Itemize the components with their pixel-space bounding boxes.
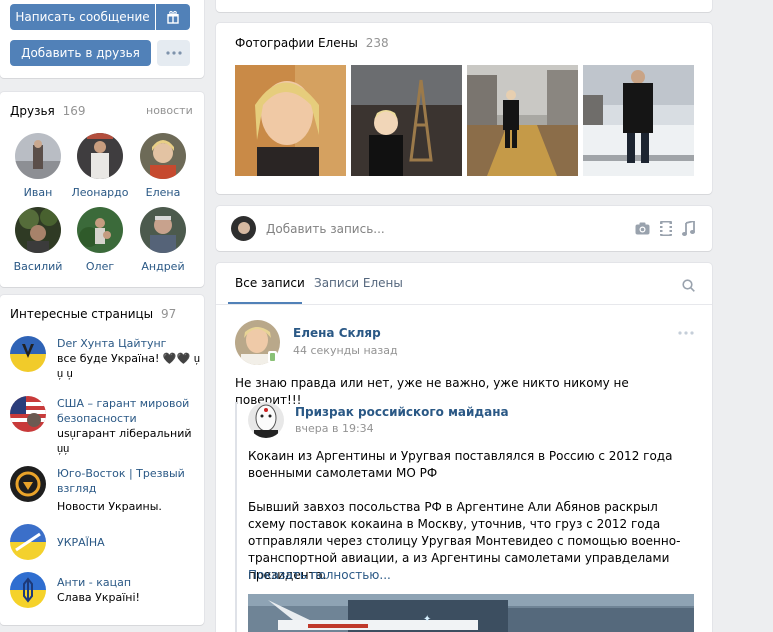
friend-name: Елена: [145, 186, 181, 199]
interesting-pages-count: 97: [160, 307, 177, 321]
svg-text:✦: ✦: [423, 614, 431, 625]
friends-news-link[interactable]: новости: [146, 104, 193, 117]
tabs-divider: [216, 304, 712, 305]
tab-owner-posts[interactable]: Записи Елены: [314, 276, 403, 290]
repost-paragraph-1: Кокаин из Аргентины и Уругвая поставлялс…: [248, 449, 673, 480]
photos-header[interactable]: Фотографии Елены 238: [235, 36, 389, 50]
composer-avatar: [231, 216, 256, 241]
repost-author-name[interactable]: Призрак российского майдана: [295, 405, 509, 419]
interesting-page-item[interactable]: УКРАЇНА: [10, 524, 200, 564]
camera-icon[interactable]: [635, 222, 650, 235]
friends-count: 169: [62, 104, 86, 118]
repost-author-avatar[interactable]: [248, 402, 284, 438]
page-name: Анти - кацап: [57, 576, 132, 589]
repost-left-border: [235, 402, 237, 632]
repost-timestamp[interactable]: вчера в 19:34: [295, 422, 374, 435]
friend-avatar: [15, 207, 61, 253]
page-name: УКРАЇНА: [57, 536, 105, 549]
composer-input[interactable]: Добавить запись...: [266, 222, 385, 236]
friend-item[interactable]: Василий: [8, 207, 68, 273]
tab-all-posts[interactable]: Все записи: [235, 276, 305, 290]
photos-title: Фотографии Елены: [235, 36, 358, 50]
photo-thumbnail[interactable]: [583, 65, 694, 176]
friends-header[interactable]: Друзья 169: [10, 104, 86, 118]
show-more-link[interactable]: Показать полностью...: [248, 568, 391, 582]
page-name: Юго-Восток | Трезвый взгляд: [57, 467, 185, 495]
post-timestamp[interactable]: 44 секунды назад: [293, 344, 398, 357]
page-description: Новости Украины.: [57, 500, 162, 513]
page-description: все буде Україна! 🖤🖤 u᷊ u᷊ u᷊: [57, 352, 200, 380]
friend-item[interactable]: Леонардо: [70, 133, 130, 199]
interesting-page-item[interactable]: Der Хунта Цайтунг все буде Україна! 🖤🖤 u…: [10, 336, 200, 386]
friend-name: Василий: [13, 260, 63, 273]
video-icon[interactable]: [660, 221, 672, 236]
friend-item[interactable]: Андрей: [133, 207, 193, 273]
friend-item[interactable]: Иван: [8, 133, 68, 199]
top-card: [216, 0, 712, 12]
repost-image[interactable]: ✦: [248, 594, 694, 632]
friend-item[interactable]: Елена: [133, 133, 193, 199]
gift-button[interactable]: [156, 4, 190, 30]
friend-avatar: [77, 207, 123, 253]
search-icon[interactable]: [682, 279, 695, 292]
friend-name: Олег: [85, 260, 115, 273]
friend-name: Андрей: [141, 260, 185, 273]
music-icon[interactable]: [682, 221, 695, 236]
page-description: usu᷊гарант ліберальний u᷊u᷊: [57, 427, 192, 455]
friend-avatar: [15, 133, 61, 179]
page-avatar: [10, 336, 46, 372]
photo-thumbnail[interactable]: [467, 65, 578, 176]
interesting-pages-header[interactable]: Интересные страницы 97: [10, 307, 176, 321]
interesting-page-item[interactable]: Анти - кацап Слава Україні!: [10, 572, 200, 612]
friend-name: Иван: [23, 186, 53, 199]
page-name: США – гарант мировой безопасности: [57, 397, 190, 425]
more-dots-icon: [165, 51, 182, 55]
interesting-page-item[interactable]: США – гарант мировой безопасности usu᷊га…: [10, 396, 200, 456]
post-author-name[interactable]: Елена Скляр: [293, 326, 381, 340]
friends-title: Друзья: [10, 104, 55, 118]
friend-item[interactable]: Олег: [70, 207, 130, 273]
page-avatar: [10, 572, 46, 608]
friend-avatar: [140, 133, 186, 179]
page-name: Der Хунта Цайтунг: [57, 337, 167, 350]
friend-name: Леонардо: [71, 186, 129, 199]
write-message-button[interactable]: Написать сообщение: [10, 4, 155, 30]
photos-count: 238: [365, 36, 389, 50]
more-actions-button[interactable]: [157, 40, 190, 66]
interesting-pages-title: Интересные страницы: [10, 307, 154, 321]
online-mobile-icon: [268, 351, 277, 363]
post-menu-icon[interactable]: [678, 331, 694, 335]
page-avatar: [10, 524, 46, 560]
page-avatar: [10, 396, 46, 432]
friend-avatar: [140, 207, 186, 253]
page-description: Слава Україні!: [57, 591, 140, 604]
page-avatar: [10, 466, 46, 502]
photo-thumbnail[interactable]: [351, 65, 462, 176]
post-text: Не знаю правда или нет, уже не важно, уж…: [235, 376, 629, 407]
add-friend-button[interactable]: Добавить в друзья: [10, 40, 151, 66]
friend-avatar: [77, 133, 123, 179]
photo-thumbnail[interactable]: [235, 65, 346, 176]
gift-icon: [167, 10, 179, 24]
interesting-page-item[interactable]: Юго-Восток | Трезвый взгляд Новости Укра…: [10, 466, 200, 516]
